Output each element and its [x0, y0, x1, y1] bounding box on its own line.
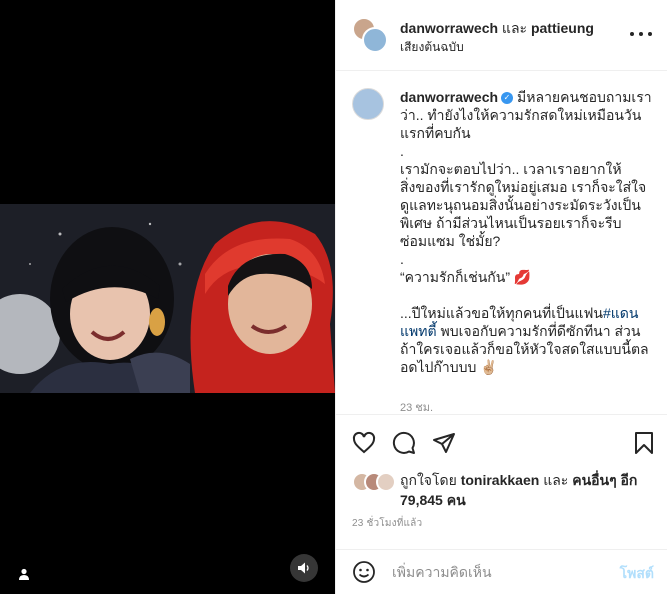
post-authors: danworrawech และ pattieung — [400, 18, 594, 40]
more-options-button[interactable] — [630, 26, 652, 42]
comment-button[interactable] — [390, 429, 418, 457]
comment-icon — [392, 431, 415, 454]
emoji-icon — [353, 561, 375, 583]
and-label: และ — [501, 20, 528, 36]
emoji-button[interactable] — [352, 560, 376, 584]
caption-text: danworrawech ✓ มีหลายคนชอบถามเราว่า.. ทำยั… — [400, 88, 652, 376]
caption-body: มีหลายคนชอบถามเราว่า.. ทำยังไงให้ความรัก… — [400, 89, 652, 321]
audio-toggle-button[interactable] — [290, 554, 318, 582]
save-button[interactable] — [630, 429, 658, 457]
liker-username[interactable]: tonirakkaen — [461, 472, 540, 488]
caption-username[interactable]: danworrawech — [400, 89, 498, 105]
post-comment-button[interactable]: โพสต์ — [620, 563, 654, 585]
user-icon — [19, 568, 29, 580]
author-avatars[interactable] — [352, 17, 388, 53]
caption-time: 23 ชม. — [400, 402, 434, 412]
audio-label[interactable]: เสียงต้นฉบับ — [400, 38, 464, 57]
caption-section: danworrawech ✓ มีหลายคนชอบถามเราว่า.. ทำยั… — [336, 72, 667, 412]
tagged-users-button[interactable] — [12, 562, 36, 586]
share-button[interactable] — [430, 429, 458, 457]
comment-input[interactable] — [392, 562, 592, 582]
media-pane[interactable] — [0, 0, 335, 594]
post-details-panel: danworrawech และ pattieung เสียงต้นฉบับ … — [335, 0, 667, 594]
like-button[interactable] — [350, 429, 378, 457]
more-icon — [630, 32, 634, 36]
caption-body-end: พบเจอกับความรักที่ดีซักทีนา ส่วนถ้าใครเจ… — [400, 323, 649, 375]
author-link[interactable]: danworrawech — [400, 20, 498, 36]
share-icon — [433, 433, 455, 453]
verified-icon: ✓ — [501, 92, 514, 105]
likes-section: ถูกใจโดย tonirakkaen และ คนอื่นๆ อีก 79,… — [352, 468, 652, 510]
post-header: danworrawech และ pattieung เสียงต้นฉบับ — [336, 0, 667, 71]
post-timestamp[interactable]: 23 ชั่วโมงที่แล้ว — [352, 516, 422, 531]
likes-prefix: ถูกใจโดย — [400, 472, 457, 488]
video-still — [0, 204, 335, 393]
heart-icon — [352, 431, 376, 454]
avatar — [362, 27, 388, 53]
likes-summary: ถูกใจโดย tonirakkaen และ คนอื่นๆ อีก 79,… — [400, 470, 650, 510]
coauthor-link[interactable]: pattieung — [531, 20, 594, 36]
avatar — [376, 472, 396, 492]
avatar[interactable] — [352, 88, 384, 120]
liker-avatars — [352, 472, 396, 492]
video-frame[interactable] — [0, 204, 335, 393]
action-bar — [336, 414, 667, 470]
comment-bar: โพสต์ — [336, 549, 667, 594]
bookmark-icon — [635, 432, 653, 454]
and-label: และ — [543, 472, 569, 488]
audio-icon — [298, 562, 309, 574]
